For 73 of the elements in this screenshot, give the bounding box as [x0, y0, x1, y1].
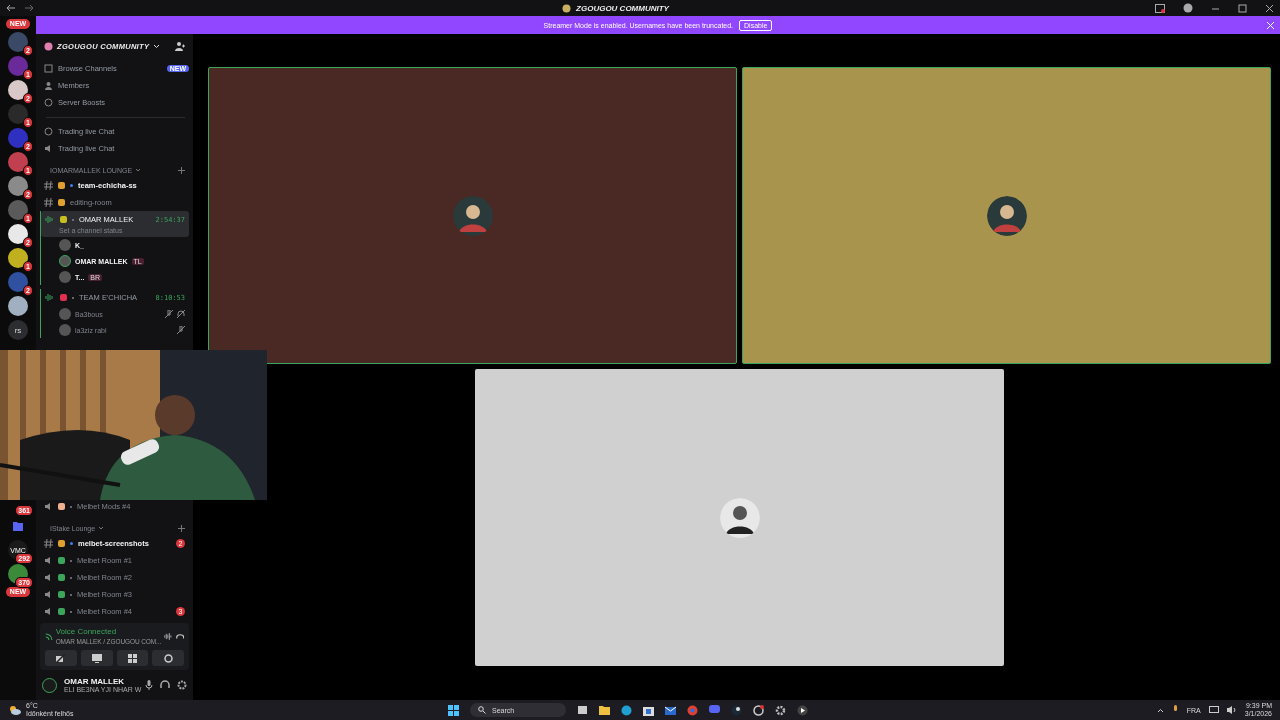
server-icon — [562, 3, 572, 13]
server-avatar[interactable] — [8, 176, 28, 196]
server-avatar[interactable] — [8, 248, 28, 268]
speaker-icon — [44, 502, 53, 511]
video-tile[interactable] — [742, 67, 1271, 364]
server-button[interactable]: rs — [8, 320, 28, 340]
chevron-down-icon — [98, 526, 105, 530]
media-app-icon[interactable] — [797, 704, 808, 716]
chevron-down-icon — [135, 168, 142, 172]
hashtag-icon — [44, 198, 53, 207]
server-avatar[interactable] — [8, 224, 28, 244]
back-arrow-icon[interactable] — [6, 4, 16, 12]
ring-icon — [163, 653, 173, 663]
channel-icon — [44, 98, 53, 107]
soundboard-button[interactable] — [152, 650, 184, 666]
mail-icon[interactable] — [665, 705, 676, 715]
forward-arrow-icon[interactable] — [24, 4, 34, 12]
volume-icon[interactable] — [1226, 706, 1237, 714]
recording-app-icon[interactable] — [753, 704, 764, 716]
screen-share-button[interactable] — [80, 650, 113, 666]
channel-icon — [44, 81, 53, 90]
window-title: ZGOUGOU COMMUNITY — [576, 3, 669, 13]
browser-icon[interactable] — [621, 704, 632, 716]
voice-status: Voice Connected — [55, 627, 118, 637]
task-view-icon[interactable] — [577, 705, 588, 715]
voice-activity-icon — [45, 215, 55, 224]
video-tile[interactable] — [208, 67, 737, 364]
monitor-icon — [91, 653, 102, 663]
plus-icon[interactable] — [178, 166, 185, 174]
settings-icon[interactable] — [775, 704, 786, 716]
user-avatar[interactable] — [42, 677, 57, 693]
activities-button[interactable] — [116, 650, 149, 666]
inbox-icon[interactable] — [1155, 3, 1165, 13]
server-avatar[interactable] — [8, 80, 28, 100]
folder-icon[interactable] — [599, 705, 610, 715]
add-person-icon[interactable] — [175, 41, 185, 51]
start-icon[interactable] — [448, 704, 459, 716]
help-icon[interactable] — [1183, 3, 1193, 13]
disconnect-icon[interactable] — [175, 633, 184, 640]
headphones-icon[interactable] — [160, 680, 170, 690]
folder-icon[interactable] — [13, 521, 23, 531]
video-tile[interactable] — [475, 369, 1004, 666]
store-icon[interactable] — [643, 704, 654, 716]
settings-icon[interactable] — [177, 680, 187, 690]
network-icon[interactable] — [1208, 706, 1219, 714]
chevron-up-icon[interactable] — [1156, 707, 1164, 713]
microphone-icon[interactable] — [145, 680, 153, 690]
server-avatar[interactable] — [8, 564, 28, 584]
close-icon[interactable] — [1265, 3, 1274, 13]
game-launcher-icon[interactable] — [731, 704, 742, 716]
grid-icon — [127, 653, 137, 663]
voice-activity-icon — [45, 293, 55, 302]
weather-icon[interactable] — [8, 705, 22, 715]
chat-app-icon[interactable] — [709, 705, 720, 715]
unread-dot — [70, 542, 73, 545]
plus-icon[interactable] — [178, 524, 185, 532]
signal-icon — [45, 631, 53, 642]
hashtag-icon — [44, 539, 53, 548]
maximize-icon[interactable] — [1238, 3, 1247, 13]
noise-suppression-icon[interactable] — [164, 632, 173, 641]
username: OMAR MALLEK — [64, 677, 125, 686]
search-icon — [478, 706, 486, 714]
server-icon — [44, 41, 53, 51]
unread-dot — [70, 184, 73, 187]
user-avatar — [59, 324, 71, 336]
camera-button[interactable] — [45, 650, 77, 666]
hashtag-icon — [44, 181, 53, 190]
server-avatar[interactable] — [8, 296, 28, 316]
user-avatar — [59, 308, 71, 320]
camera-off-icon — [55, 653, 66, 663]
channel-icon — [44, 64, 53, 73]
chevron-down-icon — [153, 43, 161, 49]
chrome-icon[interactable] — [687, 704, 698, 716]
